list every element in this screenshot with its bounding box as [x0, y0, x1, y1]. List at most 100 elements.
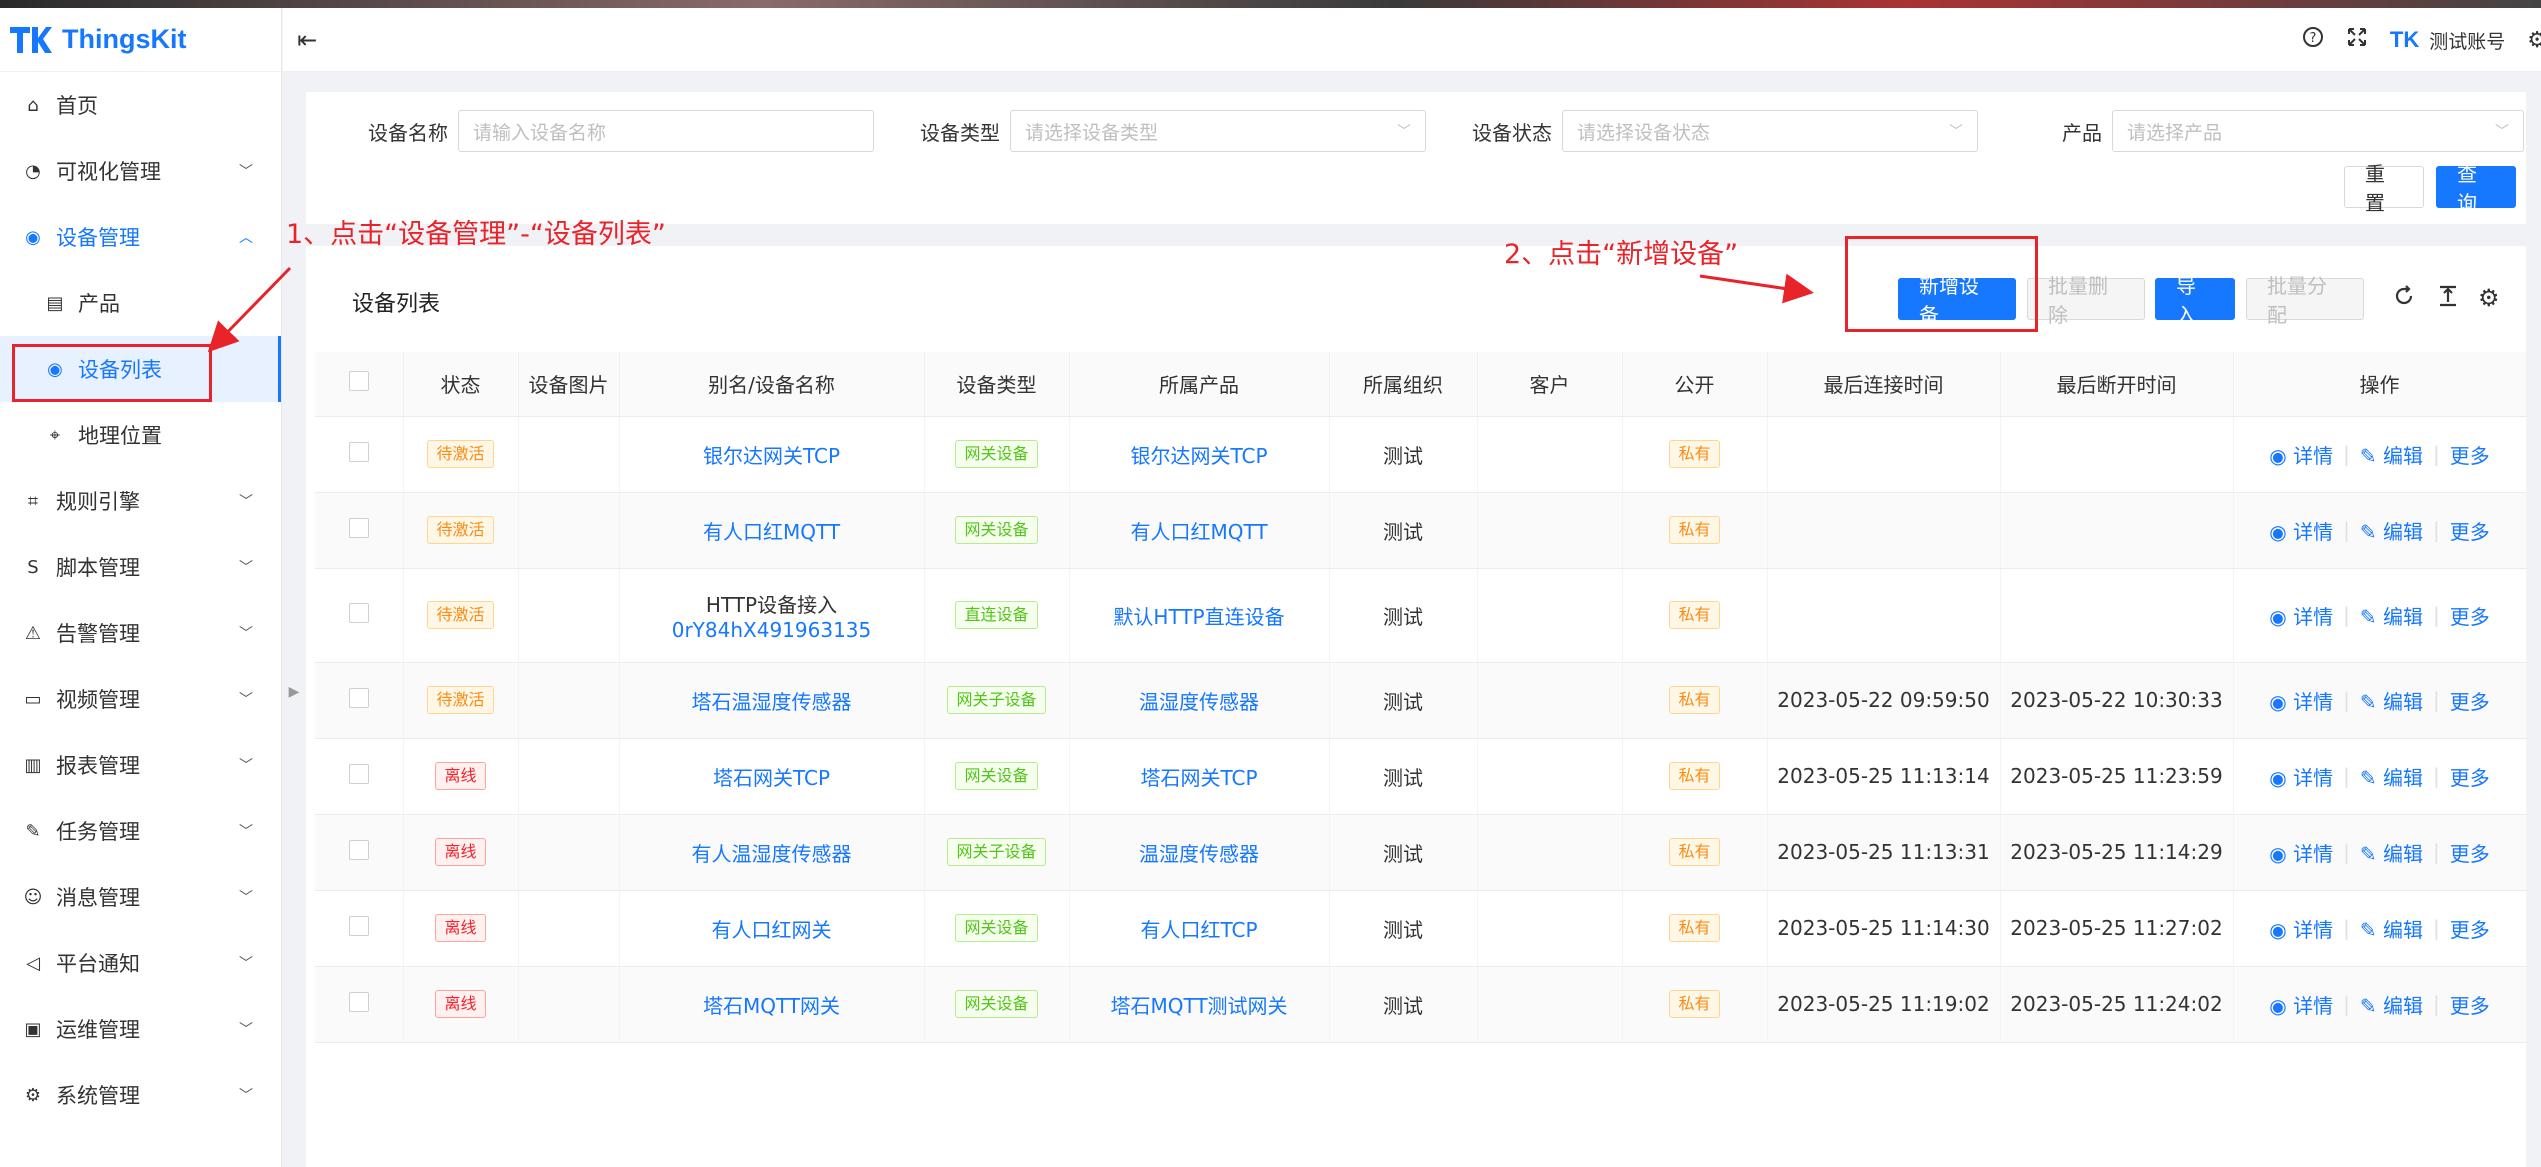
more-link[interactable]: 更多 [2450, 762, 2490, 791]
query-button[interactable]: 查询 [2436, 162, 2516, 215]
fullscreen-icon[interactable] [2346, 26, 2368, 54]
device-status-select[interactable]: 请选择设备状态 ﹀ [1562, 110, 1978, 152]
row-checkbox[interactable] [348, 517, 369, 538]
help-icon[interactable]: ? [2302, 26, 2324, 54]
sidebar-item-dashboard[interactable]: ◔ 可视化管理 ﹀ [0, 138, 281, 204]
column-header[interactable]: 设备图片 [518, 352, 620, 417]
table-row[interactable]: 待激活 银尔达网关TCP 网关设备 银尔达网关TCP 测试 私有 ◉ 详情 | … [315, 416, 2527, 493]
more-link[interactable]: 更多 [2450, 838, 2490, 867]
refresh-icon[interactable] [2392, 284, 2416, 314]
edit-link[interactable]: ✎ 编辑 [2360, 990, 2423, 1019]
device-name-link[interactable]: 有人口红网关 [712, 918, 832, 942]
table-row[interactable]: 待激活 有人口红MQTT 网关设备 有人口红MQTT 测试 私有 ◉ 详情 | … [315, 492, 2527, 569]
row-checkbox[interactable] [348, 915, 369, 936]
sidebar-item-alarm[interactable]: ⚠ 告警管理 ﹀ [0, 600, 281, 666]
row-select-cell[interactable] [315, 492, 404, 569]
row-checkbox[interactable] [348, 687, 369, 708]
row-select-cell[interactable] [315, 738, 404, 815]
table-row[interactable]: 离线 塔石网关TCP 网关设备 塔石网关TCP 测试 私有 2023-05-25… [315, 738, 2527, 815]
select-all-checkbox[interactable] [348, 371, 369, 392]
row-checkbox[interactable] [348, 441, 369, 462]
product-link[interactable]: 塔石MQTT测试网关 [1110, 994, 1287, 1018]
column-header[interactable]: 别名/设备名称 [619, 352, 925, 417]
select-all-cell[interactable] [315, 352, 404, 417]
edit-link[interactable]: ✎ 编辑 [2360, 686, 2423, 715]
product-link[interactable]: 温湿度传感器 [1139, 690, 1259, 714]
sidebar-item-notice[interactable]: ◁ 平台通知 ﹀ [0, 930, 281, 996]
row-checkbox[interactable] [348, 839, 369, 860]
detail-link[interactable]: ◉ 详情 [2269, 838, 2333, 867]
device-name-link[interactable]: 塔石网关TCP [713, 766, 830, 790]
sidebar-item-message[interactable]: ☺ 消息管理 ﹀ [0, 864, 281, 930]
batch-assign-button[interactable]: 批量分配 [2246, 274, 2364, 327]
row-select-cell[interactable] [315, 568, 404, 663]
column-header[interactable]: 操作 [2233, 352, 2527, 417]
sidebar-item-location[interactable]: ⌖ 地理位置 [0, 402, 281, 468]
product-link[interactable]: 银尔达网关TCP [1130, 444, 1267, 468]
row-select-cell[interactable] [315, 662, 404, 739]
more-link[interactable]: 更多 [2450, 686, 2490, 715]
column-header[interactable]: 状态 [403, 352, 519, 417]
product-link[interactable]: 有人口红TCP [1140, 918, 1257, 942]
device-name-link[interactable]: 银尔达网关TCP [703, 444, 840, 468]
product-select[interactable]: 请选择产品 ﹀ [2112, 110, 2524, 152]
row-select-cell[interactable] [315, 890, 404, 967]
sidebar-item-rule[interactable]: ⌗ 规则引擎 ﹀ [0, 468, 281, 534]
sidebar-item-system[interactable]: ⚙ 系统管理 ﹀ [0, 1062, 281, 1128]
account-menu[interactable]: TK 测试账号 [2390, 27, 2505, 54]
batch-delete-button[interactable]: 批量删除 [2027, 274, 2145, 327]
sidebar-item-task[interactable]: ✎ 任务管理 ﹀ [0, 798, 281, 864]
app-logo[interactable]: ThingsKit [0, 8, 281, 72]
sidebar-item-script[interactable]: S 脚本管理 ﹀ [0, 534, 281, 600]
menu-collapse-icon[interactable]: ⇤ [297, 26, 317, 54]
sidebar-item-device[interactable]: ◉ 设备管理 ︿ [0, 204, 281, 270]
edit-link[interactable]: ✎ 编辑 [2360, 601, 2423, 630]
detail-link[interactable]: ◉ 详情 [2269, 440, 2333, 469]
table-row[interactable]: 待激活 HTTP设备接入 0rY84hX491963135 直连设备 默认HTTP… [315, 568, 2527, 663]
product-link[interactable]: 温湿度传感器 [1139, 842, 1259, 866]
row-checkbox[interactable] [348, 991, 369, 1012]
device-name-link[interactable]: 塔石温湿度传感器 [692, 690, 852, 714]
row-select-cell[interactable] [315, 966, 404, 1043]
more-link[interactable]: 更多 [2450, 914, 2490, 943]
sidebar-item-product[interactable]: ▤ 产品 [0, 270, 281, 336]
detail-link[interactable]: ◉ 详情 [2269, 762, 2333, 791]
detail-link[interactable]: ◉ 详情 [2269, 516, 2333, 545]
table-row[interactable]: 离线 有人口红网关 网关设备 有人口红TCP 测试 私有 2023-05-25 … [315, 890, 2527, 967]
detail-link[interactable]: ◉ 详情 [2269, 601, 2333, 630]
column-header[interactable]: 所属组织 [1329, 352, 1478, 417]
column-header[interactable]: 所属产品 [1069, 352, 1330, 417]
column-header[interactable]: 公开 [1622, 352, 1768, 417]
device-name-input[interactable]: 请输入设备名称 [458, 110, 874, 152]
column-header[interactable]: 客户 [1477, 352, 1623, 417]
more-link[interactable]: 更多 [2450, 990, 2490, 1019]
sidebar-resize-handle[interactable]: ▶ [283, 672, 305, 712]
reset-button[interactable]: 重置 [2344, 162, 2424, 215]
sidebar-item-home[interactable]: ⌂ 首页 [0, 72, 281, 138]
table-row[interactable]: 离线 塔石MQTT网关 网关设备 塔石MQTT测试网关 测试 私有 2023-0… [315, 966, 2527, 1043]
edit-link[interactable]: ✎ 编辑 [2360, 516, 2423, 545]
table-row[interactable]: 离线 有人温湿度传感器 网关子设备 温湿度传感器 测试 私有 2023-05-2… [315, 814, 2527, 891]
edit-link[interactable]: ✎ 编辑 [2360, 838, 2423, 867]
detail-link[interactable]: ◉ 详情 [2269, 686, 2333, 715]
row-checkbox[interactable] [348, 763, 369, 784]
device-name-link[interactable]: 有人温湿度传感器 [692, 842, 852, 866]
settings-icon[interactable]: ⚙ [2527, 28, 2541, 53]
device-id-link[interactable]: 0rY84hX491963135 [620, 618, 924, 642]
column-header[interactable]: 最后断开时间 [2000, 352, 2234, 417]
device-type-select[interactable]: 请选择设备类型 ﹀ [1010, 110, 1426, 152]
column-settings-icon[interactable]: ⚙ [2478, 284, 2500, 312]
table-row[interactable]: 待激活 塔石温湿度传感器 网关子设备 温湿度传感器 测试 私有 2023-05-… [315, 662, 2527, 739]
row-select-cell[interactable] [315, 416, 404, 493]
sidebar-item-video[interactable]: ▭ 视频管理 ﹀ [0, 666, 281, 732]
column-header[interactable]: 最后连接时间 [1767, 352, 2001, 417]
import-button[interactable]: 导入 [2155, 274, 2235, 327]
more-link[interactable]: 更多 [2450, 516, 2490, 545]
product-link[interactable]: 默认HTTP直连设备 [1113, 605, 1284, 629]
more-link[interactable]: 更多 [2450, 601, 2490, 630]
sidebar-item-ops[interactable]: ▣ 运维管理 ﹀ [0, 996, 281, 1062]
edit-link[interactable]: ✎ 编辑 [2360, 440, 2423, 469]
device-name-link[interactable]: 塔石MQTT网关 [703, 994, 840, 1018]
edit-link[interactable]: ✎ 编辑 [2360, 762, 2423, 791]
column-header[interactable]: 设备类型 [924, 352, 1070, 417]
